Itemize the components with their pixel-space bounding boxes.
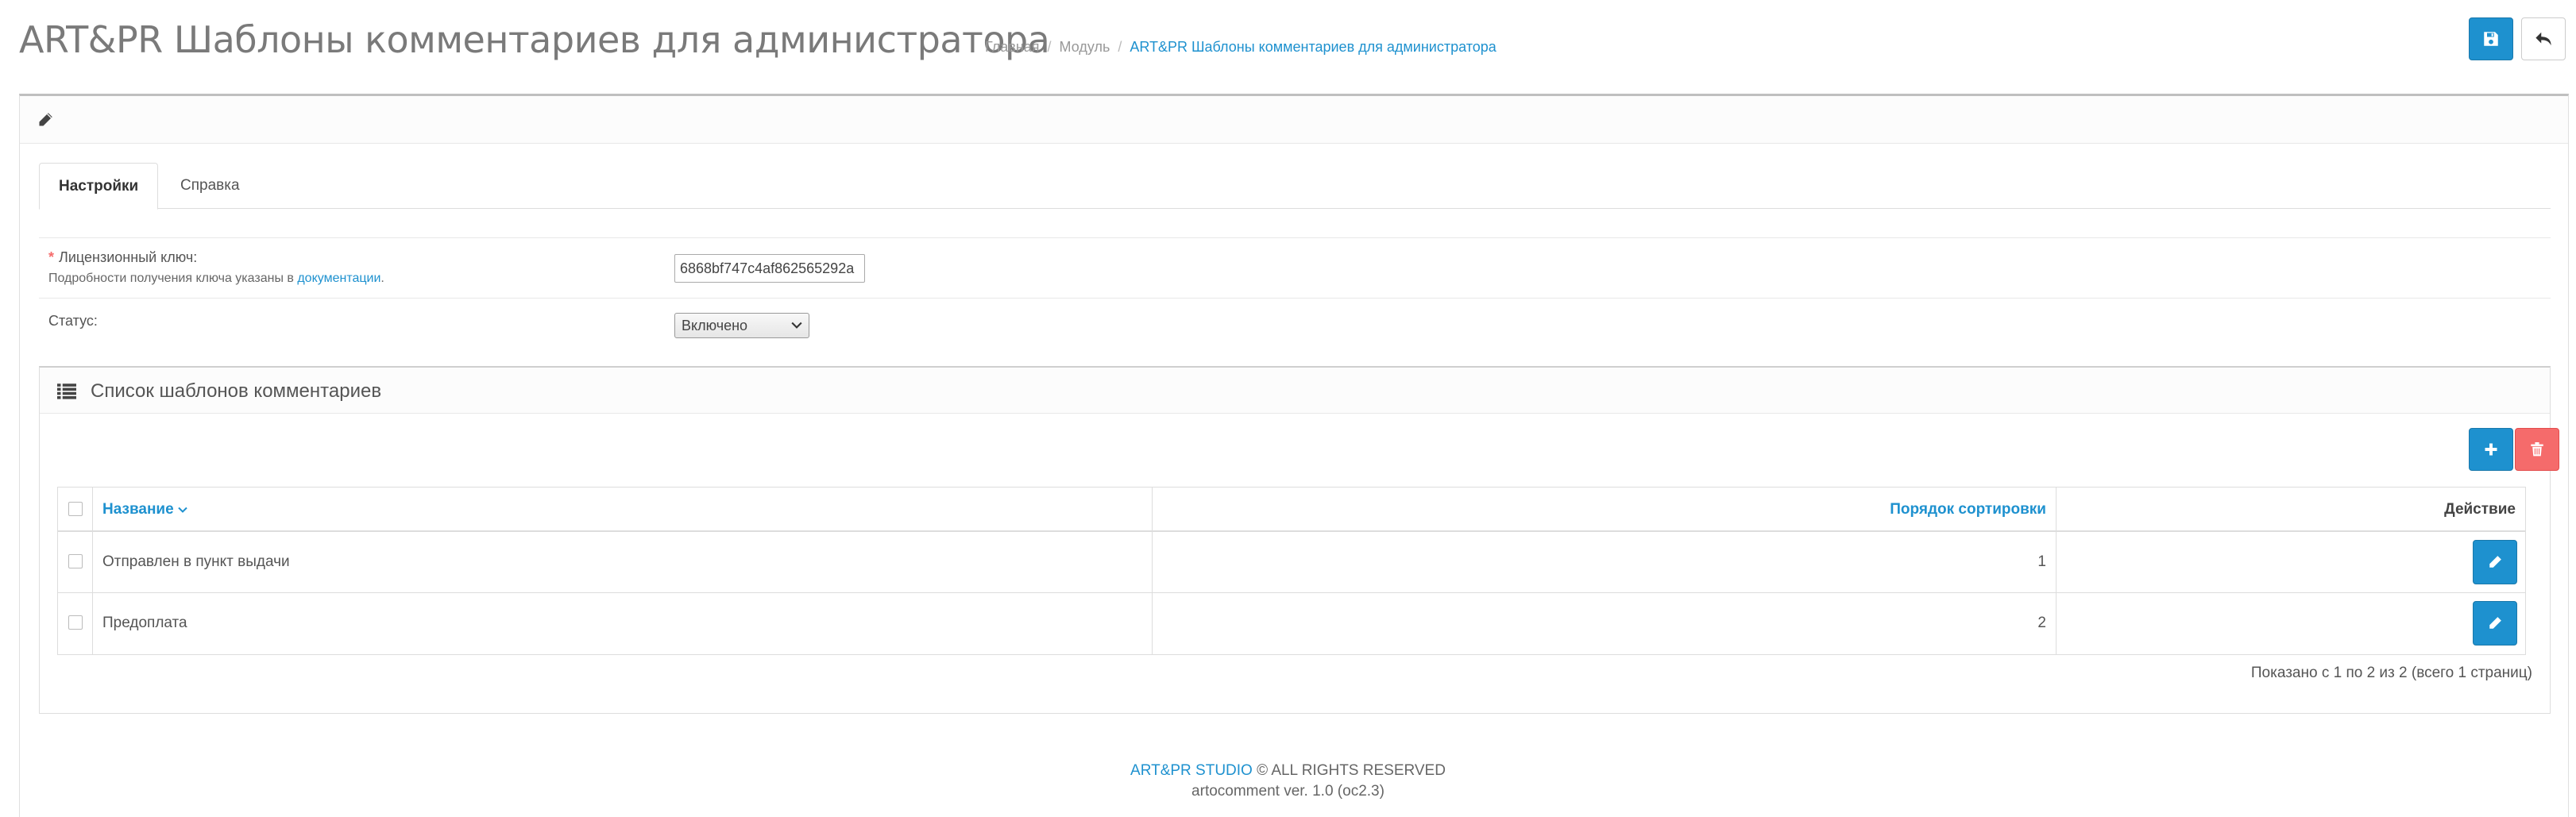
status-select[interactable]: Включено	[674, 313, 809, 338]
trash-icon	[2531, 442, 2543, 457]
pencil-icon	[2489, 556, 2501, 568]
template-sort-order: 2	[2037, 615, 2046, 631]
breadcrumb-home[interactable]: Главная	[985, 39, 1040, 55]
status-select-value: Включено	[682, 317, 748, 333]
sort-by-name-link[interactable]: Название	[102, 501, 187, 518]
list-heading: Список шаблонов комментариев	[40, 368, 2550, 414]
license-key-input[interactable]	[674, 254, 865, 283]
table-row: Отправлен в пункт выдачи 1	[58, 532, 2525, 593]
breadcrumb-module[interactable]: Модуль	[1060, 39, 1110, 55]
list-icon	[57, 383, 76, 399]
settings-panel: Настройки Справка * Лицензионный ключ: По…	[19, 94, 2569, 817]
studio-link[interactable]: ART&PR STUDIO	[1130, 762, 1253, 779]
template-name: Предоплата	[102, 615, 187, 631]
edit-button[interactable]	[2473, 601, 2517, 646]
action-column-header: Действие	[2444, 501, 2516, 518]
license-row: * Лицензионный ключ: Подробности получени…	[39, 237, 2551, 298]
panel-heading	[20, 96, 2568, 144]
tab-help[interactable]: Справка	[161, 163, 259, 209]
tab-bar: Настройки Справка	[39, 163, 2551, 210]
required-marker: *	[48, 249, 55, 265]
back-button[interactable]	[2521, 17, 2566, 60]
table-header: Название Порядок сортировки Действие	[58, 488, 2525, 532]
floppy-disk-icon	[2484, 32, 2498, 46]
footer-version: artocomment ver. 1.0 (oc2.3)	[1191, 783, 1385, 800]
pencil-icon	[2489, 617, 2501, 629]
delete-templates-button[interactable]	[2515, 428, 2559, 471]
pagination-info: Показано с 1 по 2 из 2 (всего 1 страниц)	[2250, 665, 2532, 681]
breadcrumb-current[interactable]: ART&PR Шаблоны комментариев для админист…	[1130, 39, 1496, 55]
row-checkbox[interactable]	[68, 554, 83, 568]
chevron-down-icon	[791, 322, 802, 329]
status-row: Статус: Включено	[39, 298, 2551, 361]
list-title: Список шаблонов комментариев	[91, 380, 382, 402]
select-all-checkbox[interactable]	[68, 502, 83, 516]
templates-table: Название Порядок сортировки Действие Отп…	[57, 487, 2526, 655]
sort-by-order-link[interactable]: Порядок сортировки	[1890, 501, 2046, 518]
pencil-icon	[39, 113, 52, 126]
template-sort-order: 1	[2037, 553, 2046, 570]
breadcrumb: Главная / Модуль / ART&PR Шаблоны комментари…	[985, 39, 1497, 55]
row-checkbox[interactable]	[68, 615, 83, 630]
table-row: Предоплата 2	[58, 593, 2525, 654]
license-help: Подробности получения ключа указаны в до…	[48, 272, 384, 285]
reply-arrow-icon	[2535, 32, 2551, 46]
add-template-button[interactable]	[2469, 428, 2513, 471]
save-button[interactable]	[2469, 17, 2513, 60]
status-label: Статус:	[48, 313, 98, 329]
edit-button[interactable]	[2473, 540, 2517, 584]
template-name: Отправлен в пункт выдачи	[102, 553, 290, 570]
tab-settings[interactable]: Настройки	[39, 163, 159, 210]
documentation-link[interactable]: документации	[297, 272, 380, 285]
chevron-down-icon	[178, 507, 187, 513]
footer-copyright: ART&PR STUDIO © ALL RIGHTS RESERVED	[1130, 762, 1446, 779]
page-title: ART&PR Шаблоны комментариев для админист…	[19, 18, 1050, 61]
plus-icon	[2485, 443, 2497, 456]
license-label: * Лицензионный ключ:	[48, 249, 198, 265]
page-header: ART&PR Шаблоны комментариев для админист…	[19, 16, 2576, 79]
templates-list-panel: Список шаблонов комментариев Название По…	[39, 366, 2559, 714]
